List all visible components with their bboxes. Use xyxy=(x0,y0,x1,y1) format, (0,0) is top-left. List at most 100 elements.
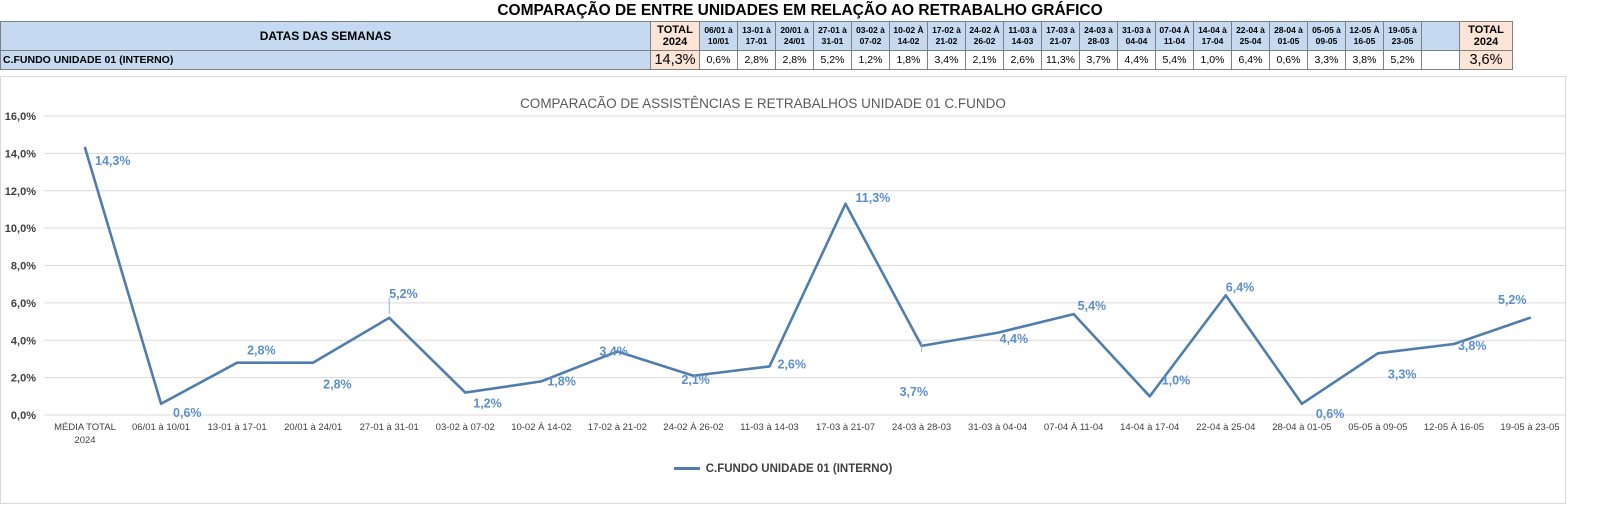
data-label: 5,2% xyxy=(1498,293,1527,307)
date-column-header: 11-03 à 14-03 xyxy=(1003,21,1042,51)
data-label: 1,8% xyxy=(547,374,576,388)
data-point xyxy=(83,146,87,149)
date-column-header: 10-02 À 14-02 xyxy=(889,21,928,51)
x-tick-label: 17-03 à 21-07 xyxy=(816,422,875,433)
data-label: 0,6% xyxy=(1316,407,1345,421)
date-column-line-2: 17-01 xyxy=(745,36,768,46)
date-column-line-1: 19-05 à xyxy=(1388,25,1417,35)
table-cell-value: 0,6% xyxy=(1269,50,1308,70)
date-column-line-1: 11-03 à xyxy=(1008,25,1037,35)
data-label: 0,6% xyxy=(173,406,202,420)
total-left-line-2: 2024 xyxy=(662,36,688,48)
table-header-row: DATAS DAS SEMANAS TOTAL 2024 06/01 à 10/0… xyxy=(0,21,1513,51)
date-column-line-2: 28-03 xyxy=(1087,36,1110,46)
page-title: COMPARAÇÃO DE ENTRE UNIDADES EM RELAÇÃO … xyxy=(497,2,1103,19)
date-column-line-2: 14-02 xyxy=(897,36,920,46)
x-tick-label: 2024 xyxy=(74,435,95,446)
data-point xyxy=(464,391,467,394)
date-column-line-1: 10-02 À xyxy=(893,25,924,35)
date-column-header: 14-04 à 17-04 xyxy=(1193,21,1232,51)
date-column-line-2: 25-04 xyxy=(1239,36,1262,46)
date-column-line-1: 13-01 à xyxy=(742,25,771,35)
date-column-header: 17-03 à 21-07 xyxy=(1041,21,1080,51)
date-column-line-2: 21-02 xyxy=(935,36,958,46)
date-column-header: 05-05 à 09-05 xyxy=(1307,21,1346,51)
x-tick-label: 24-02 À 26-02 xyxy=(663,422,723,433)
data-label: 2,6% xyxy=(777,357,806,371)
date-column-line-1: 12-05 À xyxy=(1349,25,1380,35)
data-point xyxy=(1300,402,1304,405)
data-label: 3,4% xyxy=(599,344,628,358)
weekly-data-table: DATAS DAS SEMANAS TOTAL 2024 06/01 à 10/0… xyxy=(0,21,1513,70)
date-column-header: 27-01 à 31-01 xyxy=(813,21,852,51)
x-tick-label: 06/01 à 10/01 xyxy=(132,422,190,433)
table-cell-value: 3,7% xyxy=(1079,50,1118,70)
chart-title: COMPARACÃO DE ASSISTÊNCIAS E RETRABALHOS… xyxy=(520,96,1006,111)
date-column-line-2: 26-02 xyxy=(973,36,996,46)
data-label: 1,2% xyxy=(473,397,502,411)
x-tick-label: 05-05 à 09-05 xyxy=(1348,422,1407,433)
row-label-cell: C.FUNDO UNIDADE 01 (INTERNO) xyxy=(0,50,651,70)
x-tick-label: 10-02 À 14-02 xyxy=(511,422,571,433)
data-label: 3,7% xyxy=(900,385,929,399)
table-cell-value xyxy=(1421,50,1460,70)
x-tick-label: 14-04 à 17-04 xyxy=(1120,422,1179,433)
legend-series-label: C.FUNDO UNIDADE 01 (INTERNO) xyxy=(705,463,893,475)
data-label: 5,4% xyxy=(1078,299,1107,313)
table-cell-value: 2,1% xyxy=(965,50,1004,70)
table-cell-value: 1,2% xyxy=(851,50,890,70)
data-point xyxy=(1148,395,1151,398)
table-cell-value: 2,8% xyxy=(737,50,776,70)
date-column-line-1: 14-04 à xyxy=(1198,25,1227,35)
x-tick-label: 20/01 à 24/01 xyxy=(284,422,342,433)
weeks-label-cell: DATAS DAS SEMANAS xyxy=(0,21,651,51)
x-tick-label: 22-04 à 25-04 xyxy=(1196,422,1255,433)
date-column-line-2: 14-03 xyxy=(1011,36,1034,46)
total-right-line-2: 2024 xyxy=(1473,36,1499,48)
table-cell-value: 2,8% xyxy=(775,50,814,70)
data-label: 3,3% xyxy=(1388,367,1417,381)
data-label: 2,8% xyxy=(323,378,352,392)
y-tick-label: 12,0% xyxy=(5,186,36,198)
legend-line-swatch xyxy=(673,467,700,471)
table-cell-value: 1,0% xyxy=(1193,50,1232,70)
date-column-header: 17-02 à 21-02 xyxy=(927,21,966,51)
date-column-header: 03-02 à 07-02 xyxy=(851,21,890,51)
date-column-line-1: 24-02 À xyxy=(969,25,1000,35)
data-point xyxy=(1452,342,1456,346)
date-column-line-2: 10/01 xyxy=(707,36,730,46)
y-tick-label: 6,0% xyxy=(11,298,36,310)
x-tick-label: 03-02 à 07-02 xyxy=(436,422,495,433)
x-tick-label: MÉDIA TOTAL xyxy=(54,422,116,433)
date-column-line-1: 31-03 à xyxy=(1122,25,1151,35)
x-tick-label: 27-01 à 31-01 xyxy=(360,422,419,433)
date-column-header: 20/01 à 24/01 xyxy=(775,21,814,51)
date-column-line-2: 16-05 xyxy=(1353,36,1376,46)
date-column-header: 06/01 à 10/01 xyxy=(699,21,738,51)
date-column-header: 13-01 à 17-01 xyxy=(737,21,776,51)
date-column-line-1: 17-03 à xyxy=(1046,25,1075,35)
y-tick-label: 0,0% xyxy=(11,410,36,422)
data-point xyxy=(540,380,543,383)
table-cell-value: 6,4% xyxy=(1231,50,1270,70)
data-label: 5,2% xyxy=(389,287,418,301)
date-column-line-1: 06/01 à xyxy=(704,25,733,35)
date-column-line-1: 27-01 à xyxy=(818,25,847,35)
table-cell-value: 3,8% xyxy=(1345,50,1384,70)
data-label: 2,1% xyxy=(681,373,710,387)
table-cell-value: 3,3% xyxy=(1307,50,1346,70)
date-column-line-2: 01-05 xyxy=(1277,36,1300,46)
date-column-header: 12-05 À 16-05 xyxy=(1345,21,1384,51)
table-cell-value: 4,4% xyxy=(1117,50,1156,70)
table-cell-value: 5,2% xyxy=(1383,50,1422,70)
data-point xyxy=(844,202,847,206)
table-cell-value: 3,4% xyxy=(927,50,966,70)
x-tick-label: 12-05 À 16-05 xyxy=(1424,422,1484,433)
date-column-line-1: 20/01 à xyxy=(780,25,809,35)
data-point xyxy=(1528,316,1532,320)
x-tick-label: 31-03 à 04-04 xyxy=(968,422,1027,433)
date-column-line-2: 23-05 xyxy=(1391,36,1414,46)
data-label: 14,3% xyxy=(95,154,130,168)
date-column-header: 22-04 à 25-04 xyxy=(1231,21,1270,51)
data-label: 3,8% xyxy=(1458,339,1487,353)
